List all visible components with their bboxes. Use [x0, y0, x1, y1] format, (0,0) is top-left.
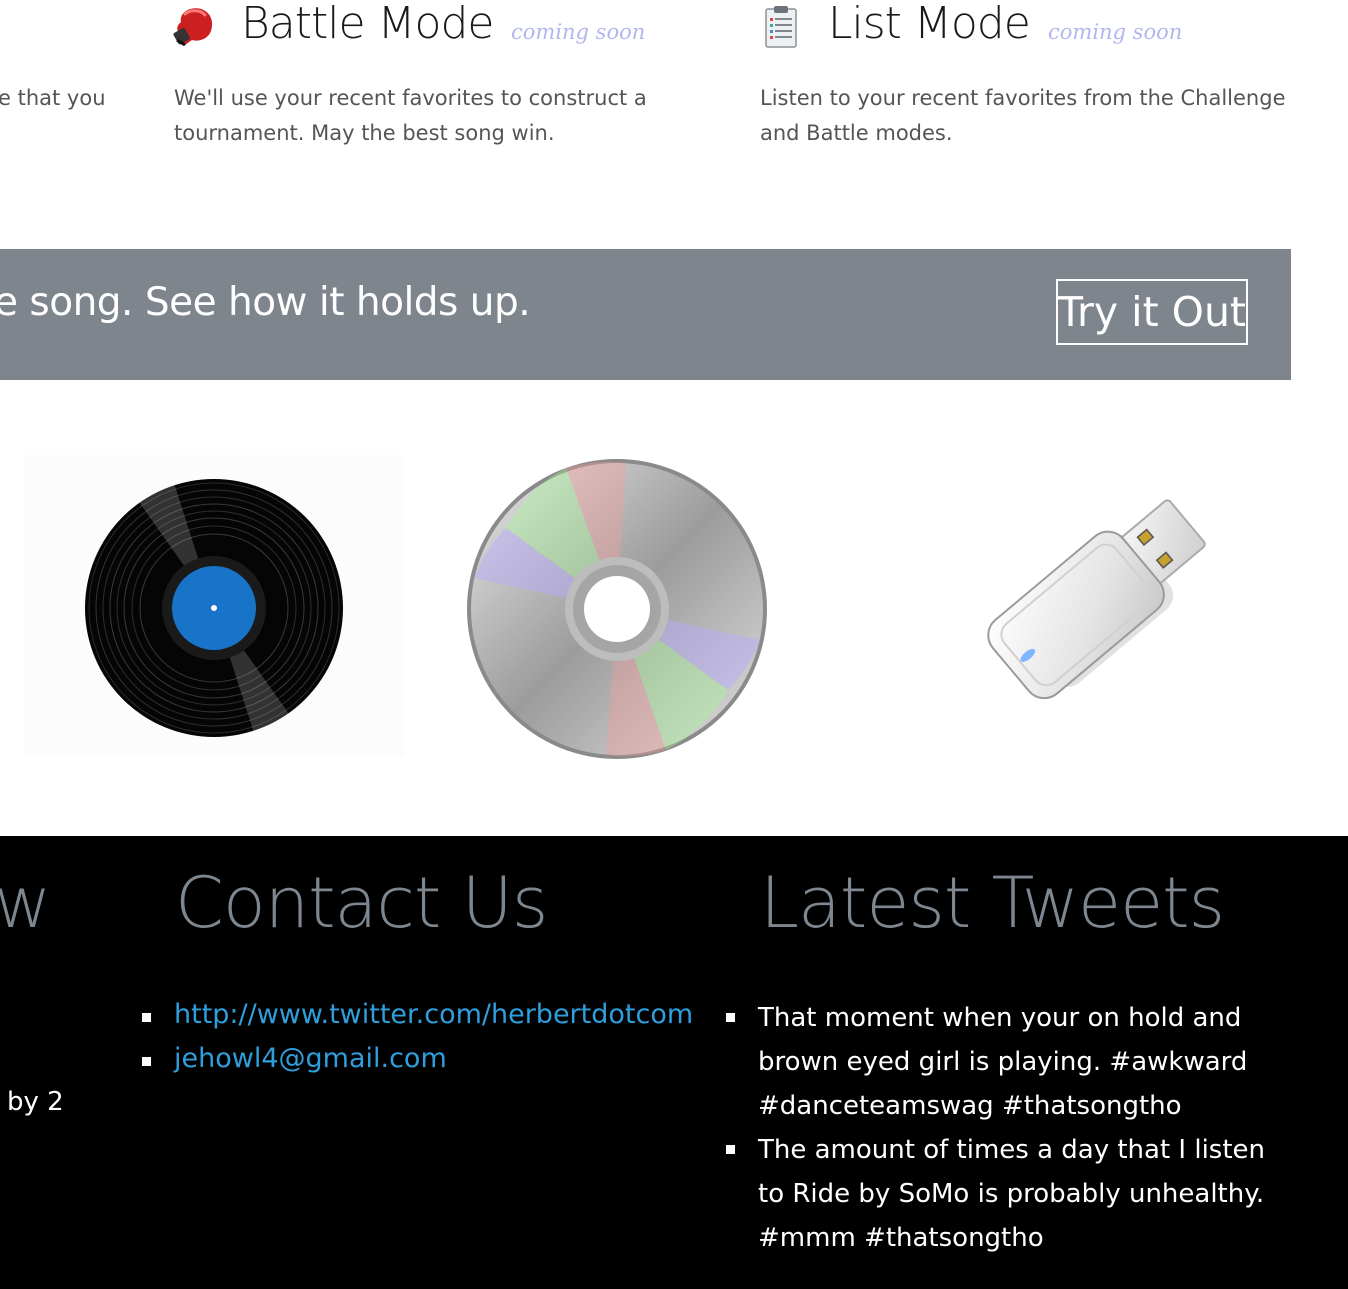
- list-bullet: [142, 1013, 151, 1022]
- tweet-item: That moment when your on hold and brown …: [758, 1003, 1248, 1121]
- clipboard-icon: [764, 6, 798, 48]
- battle-mode-title: Battle Mode: [241, 0, 494, 49]
- contact-us-heading: Contact Us: [175, 862, 548, 944]
- try-it-out-button[interactable]: Try it Out: [1056, 279, 1248, 345]
- tweet-item: The amount of times a day that I listen …: [758, 1135, 1266, 1253]
- list-coming-soon-badge: coming soon: [1048, 20, 1183, 44]
- list-mode-title: List Mode: [828, 0, 1031, 49]
- battle-coming-soon-badge: coming soon: [511, 20, 646, 44]
- latest-tweets-heading: Latest Tweets: [760, 862, 1225, 944]
- email-link[interactable]: jehowl4@gmail.com: [174, 1043, 447, 1074]
- list-bullet: [726, 1013, 735, 1022]
- twitter-link[interactable]: http://www.twitter.com/herbertdotcom: [174, 999, 693, 1030]
- list-mode-desc: Listen to your recent favorites from the…: [760, 86, 1286, 145]
- usb-drive-image: [950, 470, 1220, 745]
- challenge-desc-fragment: e that you: [0, 86, 106, 110]
- list-bullet: [142, 1057, 151, 1066]
- vinyl-record-image: [24, 455, 404, 757]
- about-heading-fragment: w: [0, 862, 51, 944]
- banner-tagline: e song. See how it holds up.: [0, 280, 531, 325]
- boxing-glove-icon: [171, 4, 215, 47]
- compact-disc-image: [466, 458, 768, 760]
- battle-mode-desc: We'll use your recent favorites to const…: [174, 86, 647, 145]
- about-text-fragment: by 2: [7, 1087, 64, 1117]
- list-bullet: [726, 1145, 735, 1154]
